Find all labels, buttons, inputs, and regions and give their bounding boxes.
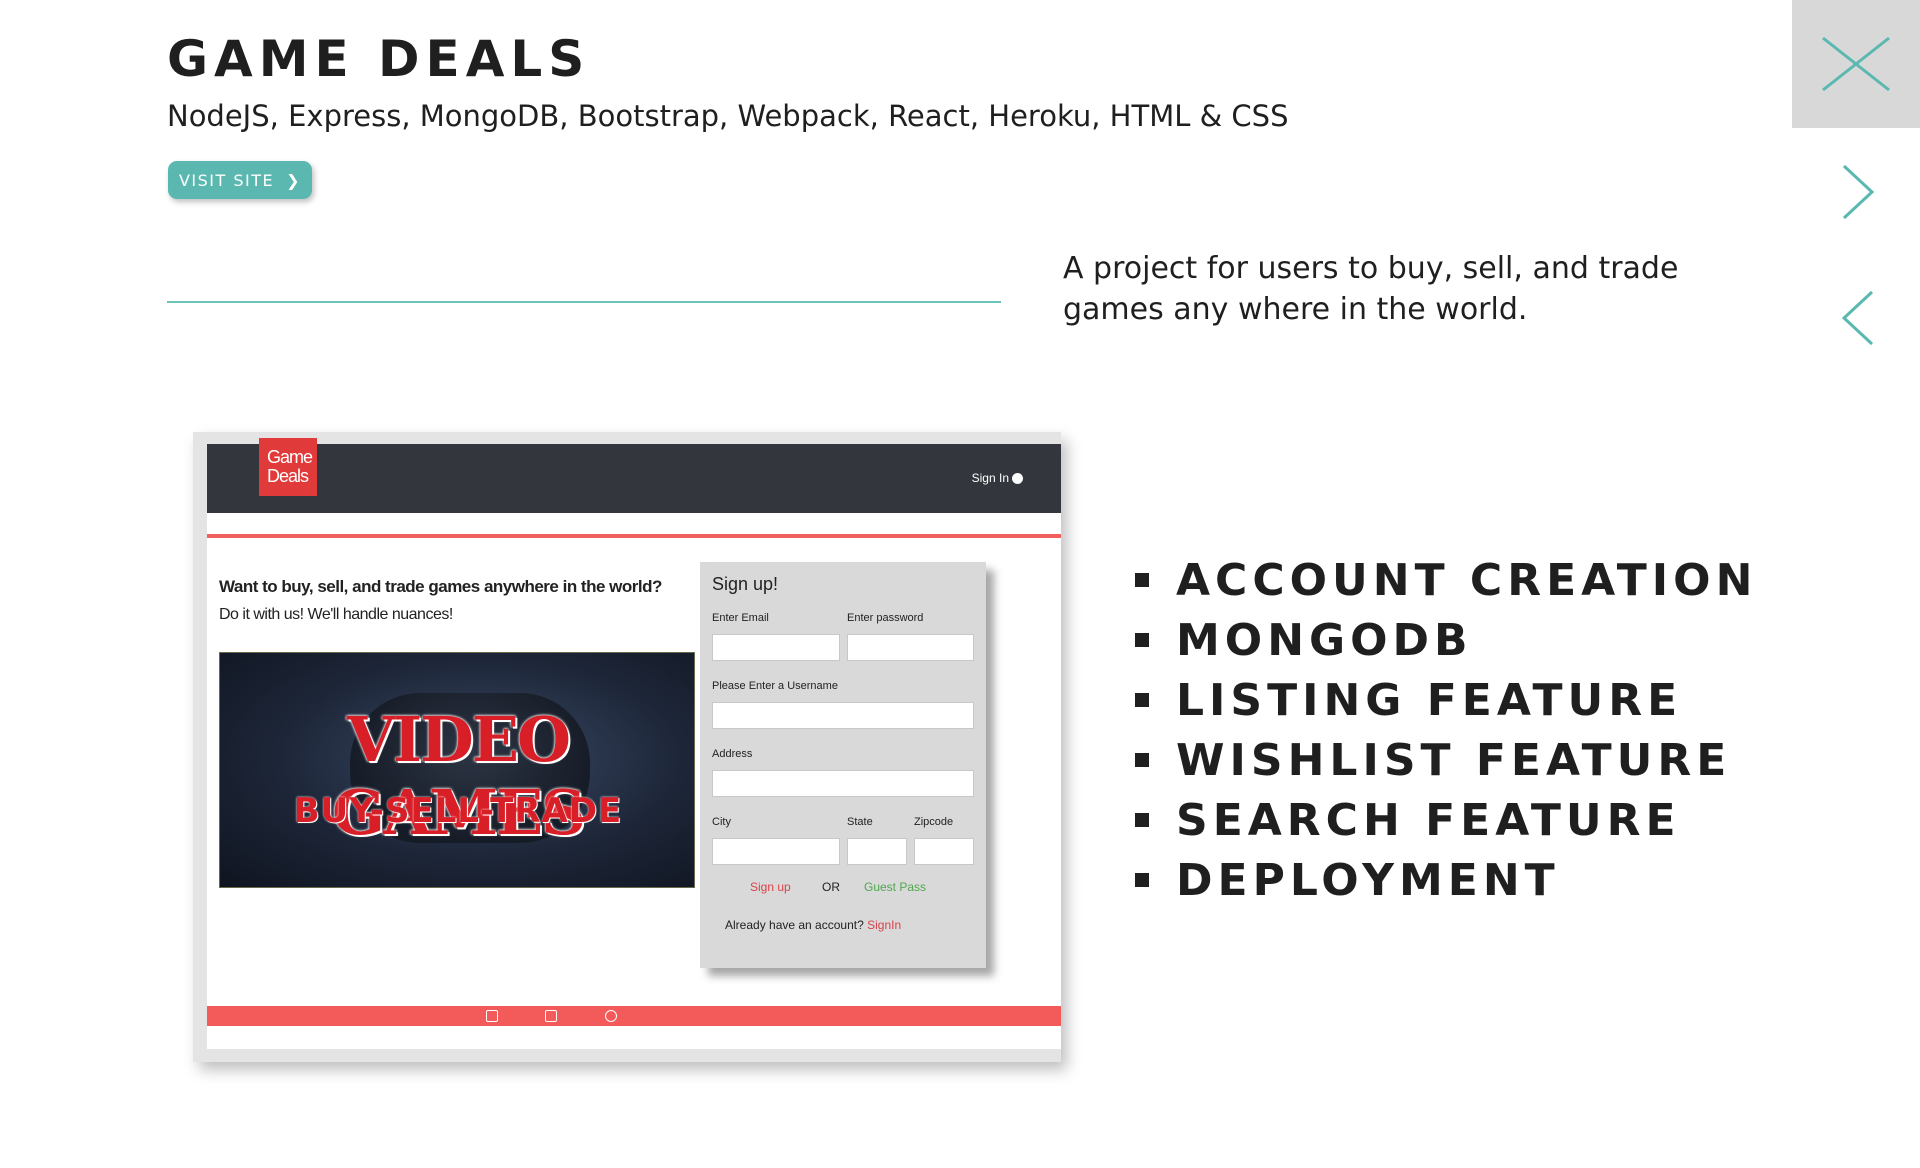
feature-list: Account Creation MongoDB Listing Feature… — [1135, 550, 1757, 910]
feature-label: Account Creation — [1176, 554, 1758, 606]
preview-signin: Sign In — [972, 471, 1023, 485]
banner-subtitle: BUY-SELL-TRADE — [293, 791, 623, 831]
prev-project-button[interactable] — [1838, 290, 1878, 346]
bullet-icon — [1135, 693, 1149, 707]
project-description: A project for users to buy, sell, and tr… — [1063, 251, 1679, 327]
city-label: City — [712, 816, 731, 828]
visit-site-label: VISIT SITE — [178, 170, 275, 190]
chevron-right-small-icon: ❯ — [286, 170, 302, 190]
bullet-icon — [1135, 633, 1149, 647]
github-icon — [545, 1010, 557, 1022]
username-label: Please Enter a Username — [712, 680, 838, 692]
chevron-right-icon — [1842, 164, 1875, 220]
already-account-label: Already have an account? — [725, 918, 864, 932]
address-label: Address — [712, 748, 753, 760]
zipcode-field — [914, 838, 974, 865]
linkedin-icon — [486, 1010, 498, 1022]
or-label: OR — [822, 880, 840, 894]
preview-signin-label: Sign In — [971, 471, 1009, 485]
state-label: State — [847, 816, 873, 828]
email-label: Enter Email — [712, 612, 769, 624]
logo-line-1: Game — [267, 447, 313, 467]
close-icon — [1822, 36, 1890, 92]
preview-headline: Want to buy, sell, and trade games anywh… — [219, 577, 662, 596]
signin-link: SignIn — [867, 918, 902, 932]
feature-item: Listing Feature — [1135, 670, 1757, 730]
tech-stack: NodeJS, Express, MongoDB, Bootstrap, Web… — [167, 99, 1289, 133]
feature-label: Wishlist Feature — [1176, 734, 1732, 786]
feature-label: MongoDB — [1176, 614, 1473, 666]
chevron-left-icon — [1841, 290, 1874, 346]
bullet-icon — [1135, 873, 1149, 887]
feature-item: Search Feature — [1135, 790, 1757, 850]
preview-signup-form: Sign up! Enter Email Enter password Plea… — [700, 562, 986, 968]
address-field — [712, 770, 974, 797]
user-icon — [1012, 472, 1023, 484]
screenshot-page: Game Deals Sign In Want to buy, sell, an… — [207, 438, 1061, 1049]
signup-link: Sign up — [750, 880, 791, 894]
preview-subline: Do it with us! We'll handle nuances! — [219, 606, 453, 623]
feature-item: Account Creation — [1135, 550, 1757, 610]
city-field — [712, 838, 840, 865]
next-project-button[interactable] — [1838, 164, 1878, 220]
feature-label: Search Feature — [1176, 794, 1681, 846]
feature-item: Deployment — [1135, 850, 1757, 910]
guest-pass-link: Guest Pass — [864, 880, 927, 894]
preview-logo: Game Deals — [259, 438, 317, 496]
username-field — [712, 702, 974, 729]
form-title: Sign up! — [712, 574, 779, 594]
page-title: Game Deals — [167, 30, 591, 88]
password-field — [847, 634, 974, 661]
bullet-icon — [1135, 573, 1149, 587]
codepen-icon — [605, 1010, 617, 1022]
visit-site-button[interactable]: VISIT SITE ❯ — [168, 161, 312, 199]
bullet-icon — [1135, 753, 1149, 767]
bullet-icon — [1135, 813, 1149, 827]
password-label: Enter password — [847, 612, 924, 624]
feature-item: Wishlist Feature — [1135, 730, 1757, 790]
feature-item: MongoDB — [1135, 610, 1757, 670]
close-button[interactable] — [1792, 0, 1920, 128]
already-account: Already have an account? SignIn — [725, 918, 901, 932]
project-screenshot: Game Deals Sign In Want to buy, sell, an… — [193, 432, 1061, 1062]
zipcode-label: Zipcode — [914, 816, 954, 828]
feature-label: Listing Feature — [1176, 674, 1683, 726]
state-field — [847, 838, 907, 865]
preview-footer — [207, 1006, 1061, 1026]
preview-red-divider — [207, 534, 1061, 538]
preview-banner: VIDEO GAMES BUY-SELL-TRADE — [219, 652, 695, 888]
preview-navbar: Game Deals Sign In — [207, 438, 1061, 513]
email-field — [712, 634, 840, 661]
logo-line-2: Deals — [267, 466, 309, 486]
feature-label: Deployment — [1176, 854, 1560, 906]
divider-line — [167, 301, 1001, 303]
